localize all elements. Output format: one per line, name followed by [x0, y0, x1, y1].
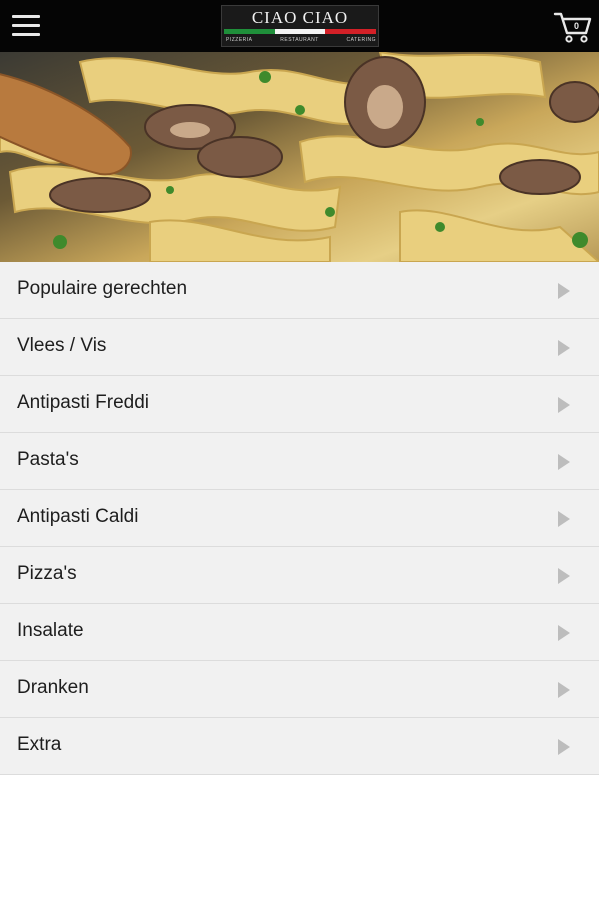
chevron-right-icon — [558, 340, 570, 356]
logo-title: CIAO CIAO — [251, 8, 349, 27]
hero-food-image — [0, 52, 599, 262]
category-label: Antipasti Caldi — [17, 506, 139, 527]
category-item-pastas[interactable]: Pasta's — [0, 433, 599, 490]
category-list: Populaire gerechten Vlees / Vis Antipast… — [0, 262, 599, 775]
category-label: Extra — [17, 734, 62, 755]
chevron-right-icon — [558, 568, 570, 584]
restaurant-logo[interactable]: CIAO CIAO PIZZERIA RESTAURANT CATERING — [221, 5, 379, 47]
category-label: Pasta's — [17, 449, 79, 470]
category-item-insalate[interactable]: Insalate — [0, 604, 599, 661]
category-item-antipasti-caldi[interactable]: Antipasti Caldi — [0, 490, 599, 547]
category-item-antipasti-freddi[interactable]: Antipasti Freddi — [0, 376, 599, 433]
category-label: Antipasti Freddi — [17, 392, 150, 413]
logo-subtitle: RESTAURANT — [280, 37, 319, 43]
chevron-right-icon — [558, 397, 570, 413]
logo-subtitle: PIZZERIA — [226, 37, 253, 43]
chevron-right-icon — [558, 283, 570, 299]
category-label: Populaire gerechten — [17, 278, 188, 299]
logo-subtitle: CATERING — [346, 37, 376, 43]
top-bar: CIAO CIAO PIZZERIA RESTAURANT CATERING 0 — [0, 0, 599, 52]
menu-line — [12, 24, 40, 27]
category-item-populaire-gerechten[interactable]: Populaire gerechten — [0, 262, 599, 319]
chevron-right-icon — [558, 625, 570, 641]
cart-count: 0 — [574, 21, 579, 31]
chevron-right-icon — [558, 454, 570, 470]
category-item-vlees-vis[interactable]: Vlees / Vis — [0, 319, 599, 376]
chevron-right-icon — [558, 682, 570, 698]
category-item-dranken[interactable]: Dranken — [0, 661, 599, 718]
menu-line — [12, 33, 40, 36]
chevron-right-icon — [558, 739, 570, 755]
category-label: Pizza's — [17, 563, 77, 584]
category-label: Vlees / Vis — [17, 335, 107, 356]
shopping-cart-icon[interactable]: 0 — [553, 9, 593, 45]
hamburger-menu-icon[interactable] — [10, 12, 42, 40]
logo-subtitles: PIZZERIA RESTAURANT CATERING — [226, 37, 376, 43]
category-item-pizzas[interactable]: Pizza's — [0, 547, 599, 604]
category-item-extra[interactable]: Extra — [0, 718, 599, 775]
menu-line — [12, 15, 40, 18]
app-root: CIAO CIAO PIZZERIA RESTAURANT CATERING 0 — [0, 0, 599, 900]
italian-flag-stripe — [224, 29, 377, 34]
category-label: Insalate — [17, 620, 84, 641]
chevron-right-icon — [558, 511, 570, 527]
category-label: Dranken — [17, 677, 89, 698]
